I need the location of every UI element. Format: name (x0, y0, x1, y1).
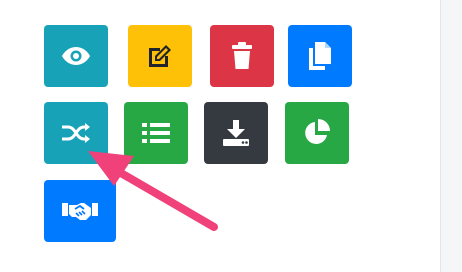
trash-icon (232, 42, 252, 69)
action-button-panel (0, 0, 462, 272)
copy-icon (309, 42, 331, 70)
copy-button[interactable] (288, 25, 352, 87)
delete-button[interactable] (210, 25, 274, 87)
view-button[interactable] (44, 25, 108, 87)
download-icon (223, 120, 249, 146)
list-icon (142, 123, 170, 143)
eye-icon (62, 47, 90, 65)
edit-button[interactable] (128, 25, 192, 87)
download-button[interactable] (204, 102, 268, 164)
handshake-button[interactable] (44, 180, 116, 242)
pie-chart-icon (305, 119, 330, 144)
edit-icon (149, 45, 171, 67)
chart-button[interactable] (285, 102, 349, 164)
shuffle-icon (62, 123, 90, 143)
shuffle-button[interactable] (44, 102, 108, 164)
handshake-icon (62, 203, 98, 220)
scroll-gutter (440, 0, 462, 272)
list-button[interactable] (124, 102, 188, 164)
